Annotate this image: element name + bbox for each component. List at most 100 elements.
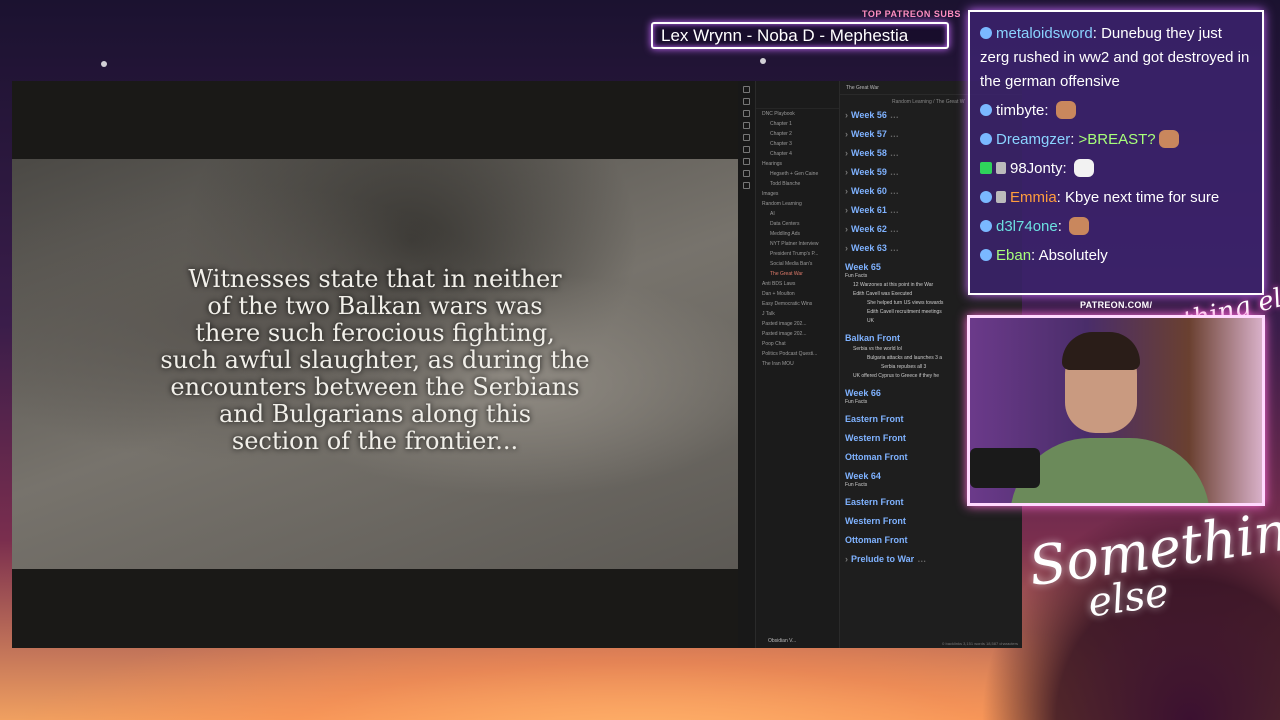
heading-text: Week 61 (851, 205, 887, 215)
chat-username[interactable]: timbyte (996, 102, 1044, 119)
caption-line: Witnesses state that in neither (188, 265, 562, 293)
chat-username[interactable]: Emmia (1010, 189, 1057, 206)
chat-message: Emmia: Kbye next time for sure (980, 186, 1252, 210)
cam-patreon-label: PATREON.COM/ (1080, 300, 1153, 310)
calendar-icon[interactable] (743, 134, 750, 141)
chat-message: 98Jonty: (980, 157, 1252, 181)
file-tree-item[interactable]: The Great War (756, 269, 839, 279)
chat-emote-icon (1158, 130, 1179, 148)
file-tree-item[interactable]: Meddling Ads (756, 229, 839, 239)
sidebar-toggle-icon[interactable] (743, 86, 750, 93)
microphone (970, 448, 1040, 488)
chat-emote-icon (1055, 101, 1076, 119)
caption-line: there such ferocious fighting, (195, 319, 555, 347)
star-decoration (101, 61, 107, 67)
star-decoration (760, 58, 766, 64)
file-tree-item[interactable]: Data Centers (756, 219, 839, 229)
chat-badge-icon (980, 220, 992, 232)
list-item: She helped turn US views towards (867, 300, 944, 306)
chat-badge-icon (980, 104, 992, 116)
chat-message: metaloidsword: Dunebug they just zerg ru… (980, 22, 1252, 94)
chat-message: d3l74one: (980, 215, 1252, 239)
logo-line2: else (1085, 569, 1172, 627)
file-tree-item[interactable]: Politics Podcast Questi... (756, 349, 839, 359)
collapsed-indicator: … (889, 186, 899, 196)
file-tree-item[interactable]: Pasted image 202... (756, 319, 839, 329)
heading-text: Week 56 (851, 110, 887, 120)
file-tree-item[interactable]: DNC Playbook (756, 109, 839, 119)
sub-badge-icon (996, 191, 1006, 203)
video-player[interactable]: Witnesses state that in neither of the t… (12, 81, 738, 648)
chat-overlay: metaloidsword: Dunebug they just zerg ru… (968, 10, 1264, 295)
chat-text: Kbye next time for sure (1065, 189, 1220, 206)
terminal-icon[interactable] (743, 170, 750, 177)
file-tree-item[interactable]: Anti BDS Laws (756, 279, 839, 289)
chat-separator: : (1092, 25, 1102, 42)
chat-badge-icon (980, 162, 992, 174)
vault-switcher[interactable]: Obsidian V... (768, 638, 796, 644)
chat-message: Dreamgzer: >BREAST? (980, 128, 1252, 152)
file-tree-item[interactable]: Chapter 1 (756, 119, 839, 129)
file-tree-item[interactable]: Todd Blanche (756, 179, 839, 189)
chat-badge-icon (980, 27, 992, 39)
send-icon[interactable] (743, 182, 750, 189)
file-tree-item[interactable]: Social Media Ban's (756, 259, 839, 269)
streamer-hair (1062, 332, 1140, 370)
file-tree-item[interactable]: Dan + Moulton (756, 289, 839, 299)
file-tree-item[interactable]: Easy Democratic Wins (756, 299, 839, 309)
heading-front[interactable]: Ottoman Front (845, 535, 1022, 545)
file-tree-item[interactable]: Poop Chat (756, 339, 839, 349)
chat-username[interactable]: Eban (996, 247, 1031, 264)
chat-badge-icon (980, 191, 992, 203)
chat-separator: : (1062, 160, 1071, 177)
chat-username[interactable]: Dreamgzer (996, 131, 1070, 148)
streamer-body (1010, 438, 1210, 503)
file-tree-item[interactable]: AI (756, 209, 839, 219)
collapsed-indicator: … (889, 148, 899, 158)
file-tree-item[interactable]: Chapter 3 (756, 139, 839, 149)
collapsed-indicator: … (889, 167, 899, 177)
chat-text: Absolutely (1038, 247, 1108, 264)
collapsed-indicator: … (889, 224, 899, 234)
status-bar: 0 backlinks 3,151 words 18,587 character… (942, 641, 1018, 646)
file-tree-item[interactable]: The Iran MOU (756, 359, 839, 369)
file-tree-item[interactable]: Hegseth + Gen Caine (756, 169, 839, 179)
command-icon[interactable] (743, 158, 750, 165)
video-caption: Witnesses state that in neither of the t… (12, 266, 738, 455)
chat-separator: : (1031, 247, 1039, 264)
graph-icon[interactable] (743, 122, 750, 129)
patreon-label: TOP PATREON SUBS (862, 9, 961, 19)
file-explorer: DNC Playbook Chapter 1 Chapter 2 Chapter 3C… (756, 81, 840, 648)
caption-line: section of the frontier... (231, 427, 519, 455)
chat-separator: : (1044, 102, 1053, 119)
files-icon[interactable] (743, 98, 750, 105)
file-tree-item[interactable]: NYT Platner Interview (756, 239, 839, 249)
webcam-feed (967, 315, 1265, 506)
file-tree-item[interactable]: Random Learning (756, 199, 839, 209)
canvas-icon[interactable] (743, 146, 750, 153)
collapsed-indicator: … (889, 129, 899, 139)
file-tree-item[interactable]: Pasted image 202... (756, 329, 839, 339)
chat-username[interactable]: d3l74one (996, 218, 1058, 235)
file-tree-item[interactable]: Chapter 4 (756, 149, 839, 159)
collapsed-indicator: … (889, 110, 899, 120)
file-tree-item[interactable]: J Talk (756, 309, 839, 319)
heading-text: Week 60 (851, 186, 887, 196)
chat-badge-icon (980, 249, 992, 261)
search-icon[interactable] (743, 110, 750, 117)
file-tree-item[interactable]: Hearings (756, 159, 839, 169)
heading-prelude[interactable]: Prelude to War… (845, 554, 1022, 564)
chat-username[interactable]: 98Jonty (1010, 160, 1063, 177)
chat-emote-icon (1073, 159, 1094, 177)
collapsed-indicator: … (917, 554, 927, 564)
chat-username[interactable]: metaloidsword (996, 25, 1093, 42)
heading-text: Week 63 (851, 243, 887, 253)
file-tree-item[interactable]: Chapter 2 (756, 129, 839, 139)
file-tree-item[interactable]: Images (756, 189, 839, 199)
file-tree-item[interactable]: President Trump's P... (756, 249, 839, 259)
heading-text: Week 62 (851, 224, 887, 234)
heading-front[interactable]: Western Front (845, 516, 1022, 526)
heading-text: Prelude to War (851, 554, 915, 564)
collapsed-indicator: … (889, 243, 899, 253)
chat-message: timbyte: (980, 99, 1252, 123)
